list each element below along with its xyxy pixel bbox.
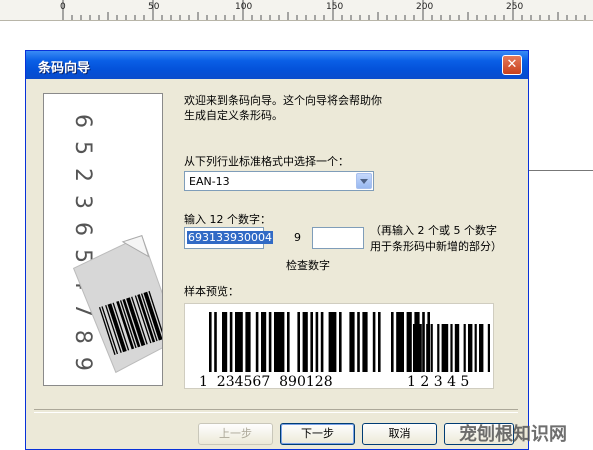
addon-hint-line-1: （再输入 2 个或 5 个数字 [370, 224, 497, 237]
barcode-bar [310, 312, 313, 372]
ruler-label-250: 250 [506, 2, 524, 12]
welcome-text: 欢迎来到条码向导。这个向导将会帮助你 生成自定义条形码。 [184, 93, 382, 123]
barcode-bar [413, 324, 416, 372]
addon-barcode-digits: 1 2 3 4 5 [407, 374, 469, 390]
horizontal-ruler: 0 50 100 150 200 250 [0, 0, 593, 21]
barcode-bar [362, 312, 368, 372]
barcode-bar [209, 312, 212, 372]
addon-digits-input[interactable] [312, 227, 364, 249]
close-icon: ✕ [506, 57, 518, 72]
barcode-bar [463, 324, 466, 372]
barcode-bar [468, 324, 473, 372]
barcode-bar [372, 312, 376, 372]
barcode-bar [229, 312, 233, 372]
welcome-line-2: 生成自定义条形码。 [184, 109, 283, 122]
barcode-format-select[interactable]: EAN-13 [184, 171, 374, 191]
illustration-digits: 6 5 2 3 6 5 4 7 8 9 6 9 [70, 114, 95, 386]
barcode-bar [328, 312, 337, 372]
barcode-bar [406, 312, 412, 372]
barcode-bar [487, 324, 490, 372]
barcode-bar [222, 312, 228, 372]
welcome-line-1: 欢迎来到条码向导。这个向导将会帮助你 [184, 94, 382, 107]
ruler-ticks [62, 0, 586, 20]
format-select-label: 从下列行业标准格式中选择一个： [184, 155, 349, 168]
barcode-bar [396, 312, 404, 372]
barcode-bar [441, 324, 449, 372]
check-digit-value: 9 [294, 231, 301, 244]
barcode-bar [450, 324, 453, 372]
barcode-bar [349, 312, 355, 372]
barcode-bar [430, 324, 433, 372]
main-barcode-bars [209, 312, 430, 372]
close-button[interactable]: ✕ [502, 55, 522, 75]
barcode-bar [454, 324, 460, 372]
digits-input-value: 693133930004 [187, 231, 273, 244]
digits-input[interactable]: 693133930004 [184, 227, 273, 249]
prev-button[interactable]: 上一步 [198, 423, 273, 445]
barcode-bar [479, 324, 484, 372]
barcode-bar [357, 312, 360, 372]
barcode-bar [378, 312, 381, 372]
barcode-bar [426, 324, 429, 372]
barcode-bar [274, 312, 285, 372]
ruler-label-100: 100 [235, 2, 253, 12]
barcode-bar [391, 312, 394, 372]
digits-label: 输入 12 个数字： [184, 213, 271, 226]
barcode-preview: 1 234567 890128 1 2 3 4 5 [184, 303, 494, 390]
wizard-illustration: 6 5 2 3 6 5 4 7 8 9 6 9 [43, 93, 163, 386]
addon-hint: （再输入 2 个或 5 个数字 用于条形码中新增的部分） [370, 223, 502, 255]
barcode-preview-graphic: 1 234567 890128 1 2 3 4 5 [199, 312, 490, 390]
barcode-bar [422, 312, 425, 372]
next-button[interactable]: 下一步 [280, 423, 355, 445]
ruler-label-0: 0 [60, 2, 66, 12]
barcode-bar [474, 324, 477, 372]
canvas-guide-line [528, 170, 593, 171]
barcode-bar [245, 312, 251, 372]
chevron-down-icon[interactable] [356, 173, 372, 189]
button-separator [34, 409, 518, 413]
dialog-title: 条码向导 [38, 61, 91, 76]
barcode-bar [320, 312, 324, 372]
barcode-bar [255, 312, 259, 372]
barcode-wizard-dialog: 条码向导 ✕ 6 5 2 3 6 5 4 7 8 9 6 9 欢迎来到条码向导。… [25, 50, 529, 450]
ruler-label-50: 50 [148, 2, 160, 12]
barcode-bar [235, 312, 243, 372]
barcode-bar [287, 312, 290, 372]
barcode-bar [417, 324, 422, 372]
barcode-bar [268, 312, 272, 372]
barcode-bar [437, 324, 440, 372]
check-digit-label: 检查数字 [286, 259, 330, 272]
barcode-bar [261, 312, 267, 372]
ruler-label-200: 200 [416, 2, 434, 12]
watermark-text: 宠刨根知识网 [459, 424, 567, 445]
cancel-button[interactable]: 取消 [362, 423, 437, 445]
addon-hint-line-2: 用于条形码中新增的部分） [370, 240, 502, 253]
ruler-label-150: 150 [326, 2, 344, 12]
preview-label: 样本预览： [184, 285, 239, 298]
main-barcode-digits: 1 234567 890128 [199, 374, 333, 390]
barcode-bar [214, 312, 217, 372]
barcode-bar [339, 312, 342, 372]
barcode-bar [297, 312, 300, 372]
barcode-illustration-graphic: 6 5 2 3 6 5 4 7 8 9 6 9 [70, 114, 162, 386]
barcode-bar [302, 312, 308, 372]
barcode-bar [315, 312, 319, 372]
barcode-format-value: EAN-13 [189, 175, 230, 188]
dialog-titlebar[interactable]: 条码向导 ✕ [26, 51, 528, 79]
